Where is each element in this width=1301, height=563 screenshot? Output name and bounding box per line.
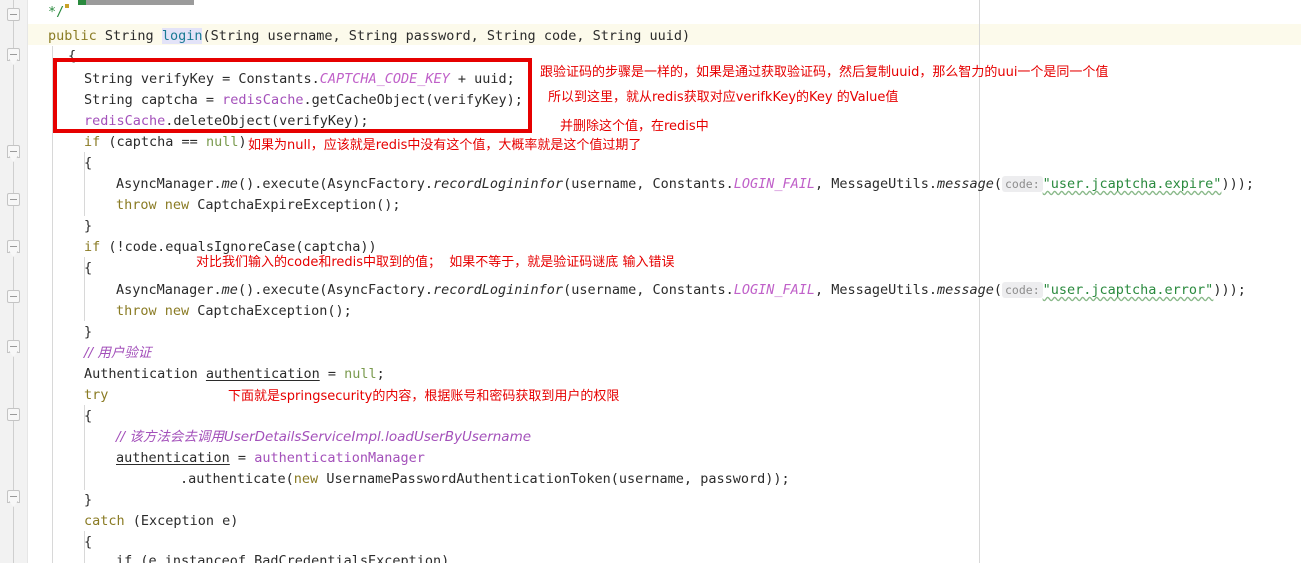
annotation-note-redis-get: 所以到这里，就从redis获取对应verifkKey的Key 的Value值 — [548, 90, 899, 105]
code-line-brace-open[interactable]: { — [84, 406, 92, 427]
code-line-brace-close[interactable]: } — [84, 216, 92, 237]
code-line-brace-close[interactable]: } — [84, 322, 92, 343]
code-line-async-log-expire[interactable]: AsyncManager.me().execute(AsyncFactory.r… — [116, 174, 1254, 195]
code-line-brace-open[interactable]: { — [84, 532, 92, 553]
code-line-method-signature[interactable]: public String login(String username, Str… — [48, 26, 690, 47]
code-line-auth-declaration[interactable]: Authentication authentication = null; — [84, 364, 385, 385]
code-line-auth-assign[interactable]: authentication = authenticationManager — [116, 448, 425, 469]
inlay-hint-code: code: — [1002, 176, 1043, 192]
code-line-throw-expire[interactable]: throw new CaptchaExpireException(); — [116, 195, 400, 216]
code-line-instanceof-clipped[interactable]: if (e instanceof BadCredentialsException… — [116, 551, 449, 563]
code-line-try[interactable]: try — [84, 385, 108, 406]
code-line-throw-captcha[interactable]: throw new CaptchaException(); — [116, 301, 352, 322]
code-line-brace-open[interactable]: { — [84, 258, 92, 279]
red-highlight-box — [53, 58, 532, 133]
annotation-note-springsecurity: 下面就是springsecurity的内容，根据账号和密码获取到用户的权限 — [228, 389, 620, 404]
annotation-note-null-expired: 如果为null，应该就是redis中没有这个值，大概率就是这个值过期了 — [248, 138, 642, 153]
annotation-note-compare-code: 对比我们输入的code和redis中取到的值； 如果不等于，就是验证码谜底 输入… — [196, 255, 675, 270]
code-line-async-log-error[interactable]: AsyncManager.me().execute(AsyncFactory.r… — [116, 280, 1246, 301]
code-editor-screen: */ public String login(String username, … — [0, 0, 1301, 563]
code-line-comment-user-verify[interactable]: // 用户验证 — [84, 343, 151, 364]
code-line-authenticate-call[interactable]: .authenticate(new UsernamePasswordAuthen… — [180, 469, 790, 490]
highlighted-identifier-login[interactable]: login — [161, 28, 203, 44]
inlay-hint-code: code: — [1002, 282, 1043, 298]
code-line-comment-loaduser[interactable]: // 该方法会去调用UserDetailsServiceImpl.loadUse… — [116, 427, 531, 448]
code-line-comment-end[interactable]: */ — [48, 2, 64, 23]
code-line-if-captcha-null[interactable]: if (captcha == null) — [84, 132, 247, 153]
code-line-brace-open[interactable]: { — [84, 153, 92, 174]
annotation-note-redis-delete: 并删除这个值，在redis中 — [560, 119, 709, 134]
code-line-brace-close[interactable]: } — [84, 490, 92, 511]
annotation-note-captcha-step: 跟验证码的步骤是一样的，如果是通过获取验证码，然后复制uuid，那么智力的uui… — [540, 65, 1109, 80]
code-line-catch[interactable]: catch (Exception e) — [84, 511, 238, 532]
